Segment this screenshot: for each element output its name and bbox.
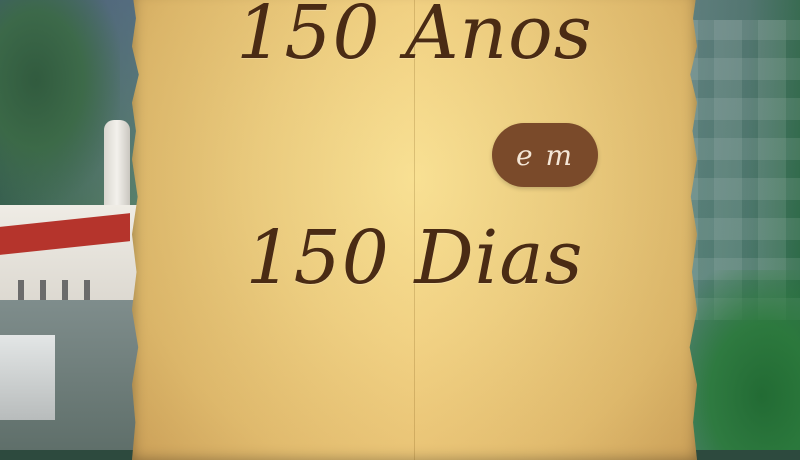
church-window — [84, 280, 90, 300]
connector-pill: e m — [492, 123, 598, 187]
church-illustration — [0, 120, 145, 330]
parchment-banner: 150 Anos e m 150 Dias — [132, 0, 697, 460]
church-window — [40, 280, 46, 300]
title-line-2: 150 Dias — [245, 215, 584, 301]
church-window — [62, 280, 68, 300]
connector-text: e m — [515, 138, 575, 172]
small-building — [0, 335, 55, 420]
title-line-1: 150 Anos — [236, 0, 593, 76]
church-window — [18, 280, 24, 300]
